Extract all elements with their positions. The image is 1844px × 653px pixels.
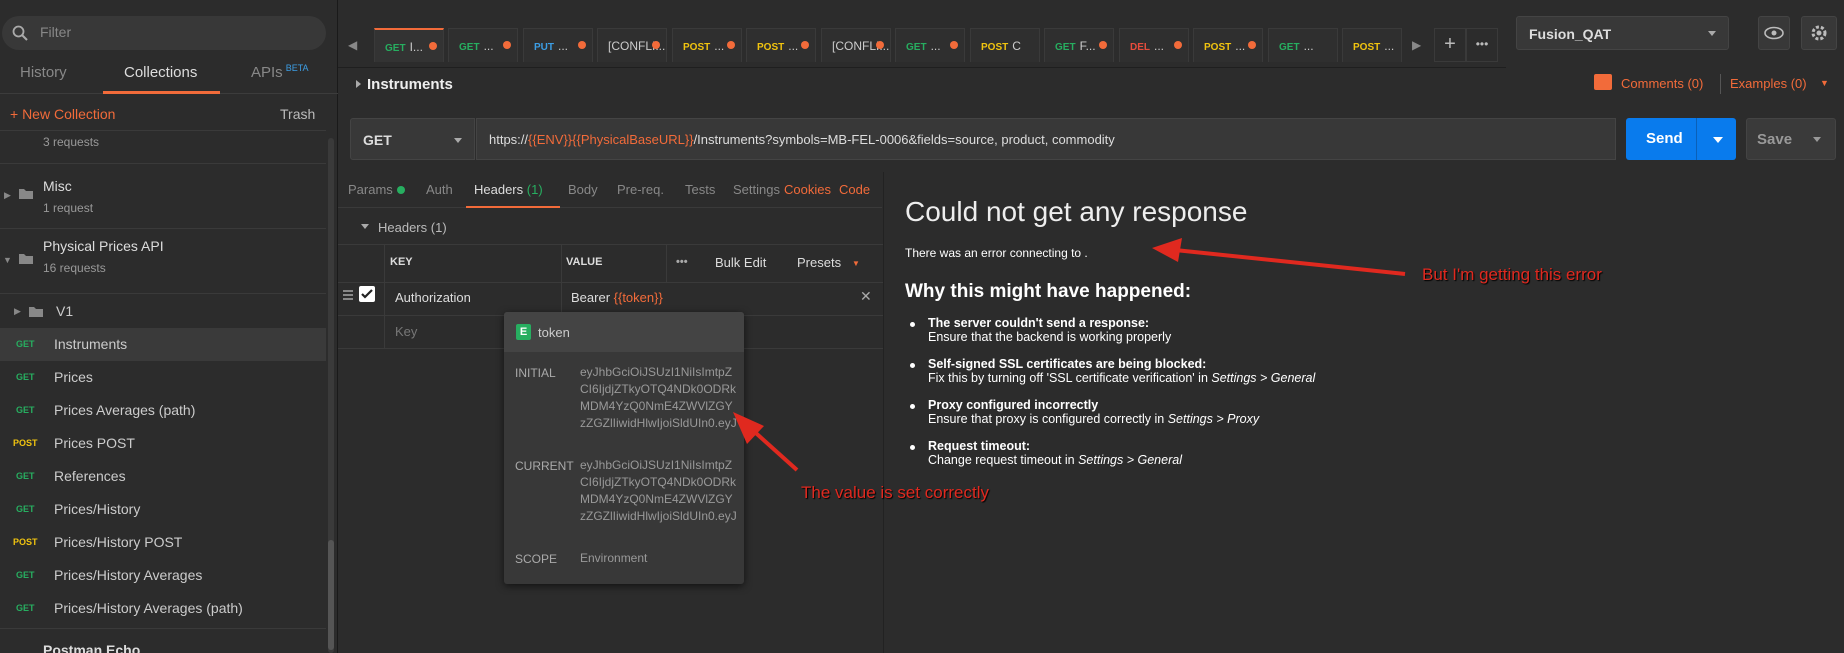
annotation-value: The value is set correctly bbox=[801, 483, 990, 502]
annotation-error: But I'm getting this error bbox=[1422, 265, 1602, 284]
annotation-arrows bbox=[733, 238, 1406, 472]
arrowhead-icon bbox=[733, 412, 764, 444]
arrowhead-icon bbox=[1152, 238, 1182, 262]
annotation-arrow-error bbox=[1174, 248, 1406, 276]
